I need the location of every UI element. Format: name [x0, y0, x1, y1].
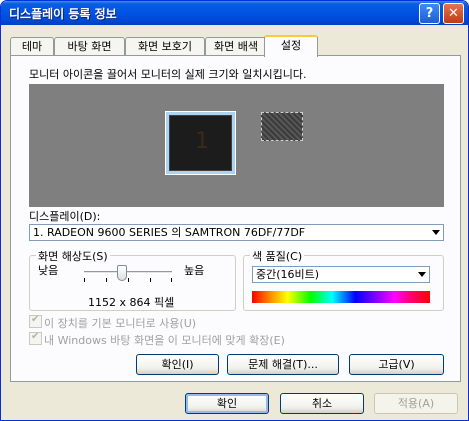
troubleshoot-button[interactable]: 문제 해결(T)... — [227, 354, 339, 375]
identify-button[interactable]: 확인(I) — [136, 354, 219, 375]
resolution-group: 화면 해상도(S) 낮음 높음 1152 x 864 픽셀 — [29, 248, 236, 311]
monitor-preview: 1 — [29, 84, 444, 207]
color-quality-group: 색 품질(C) 중간(16비트) — [243, 248, 444, 311]
close-button[interactable]: ✕ — [443, 3, 464, 24]
extend-desktop-label: 내 Windows 바탕 화면을 이 모니터에 맞게 확장(E) — [44, 334, 285, 347]
display-label: 디스플레이(D): — [29, 210, 101, 223]
slider-tick — [150, 278, 151, 282]
slider-tick — [106, 278, 107, 282]
instruction-text: 모니터 아이콘을 끌어서 모니터의 실제 크기와 일치시킵니다. — [29, 68, 307, 81]
color-spectrum-bar — [252, 291, 430, 303]
resolution-high-label: 높음 — [184, 264, 205, 277]
tab-appearance[interactable]: 화면 배색 — [205, 37, 267, 56]
tab-settings[interactable]: 설정 — [264, 35, 318, 57]
window-title: 디스플레이 등록 정보 — [9, 7, 117, 21]
apply-button[interactable]: 적용(A) — [374, 393, 458, 414]
slider-tick — [171, 278, 172, 282]
monitor-2-icon[interactable] — [261, 112, 303, 141]
monitor-1-number: 1 — [195, 129, 209, 154]
help-button[interactable]: ? — [419, 3, 440, 24]
resolution-slider-thumb[interactable] — [116, 265, 127, 281]
chevron-down-icon — [418, 272, 426, 277]
tab-themes[interactable]: 테마 — [10, 37, 54, 56]
cancel-button[interactable]: 취소 — [280, 393, 364, 414]
extend-desktop-checkbox[interactable] — [29, 331, 42, 345]
display-properties-window: 디스플레이 등록 정보 ? ✕ 테마 바탕 화면 화면 보호기 화면 배색 설정… — [0, 0, 469, 421]
tab-desktop[interactable]: 바탕 화면 — [54, 37, 125, 56]
primary-monitor-label: 이 장치를 기본 모니터로 사용(U) — [44, 317, 197, 330]
resolution-low-label: 낮음 — [38, 264, 59, 277]
display-select[interactable]: 1. RADEON 9600 SERIES 의 SAMTRON 76DF/77D… — [29, 224, 444, 241]
primary-monitor-checkbox[interactable] — [29, 314, 42, 328]
slider-tick — [84, 278, 85, 282]
color-quality-label: 색 품질(C) — [250, 248, 305, 264]
resolution-value: 1152 x 864 픽셀 — [88, 296, 175, 309]
slider-tick — [128, 278, 129, 282]
color-quality-value: 중간(16비트) — [256, 268, 320, 281]
monitor-1-icon[interactable]: 1 — [165, 111, 236, 175]
title-bar[interactable]: 디스플레이 등록 정보 ? ✕ — [1, 1, 468, 25]
color-quality-select[interactable]: 중간(16비트) — [252, 266, 430, 283]
settings-panel: 모니터 아이콘을 끌어서 모니터의 실제 크기와 일치시킵니다. 1 디스플레이… — [10, 55, 461, 382]
advanced-button[interactable]: 고급(V) — [349, 354, 444, 375]
ok-button[interactable]: 확인 — [185, 393, 269, 414]
display-select-value: 1. RADEON 9600 SERIES 의 SAMTRON 76DF/77D… — [33, 226, 306, 239]
tab-screensaver[interactable]: 화면 보호기 — [125, 37, 205, 56]
resolution-slider-track[interactable] — [84, 271, 172, 274]
resolution-slider-ticks — [84, 278, 172, 282]
chevron-down-icon — [432, 230, 440, 235]
